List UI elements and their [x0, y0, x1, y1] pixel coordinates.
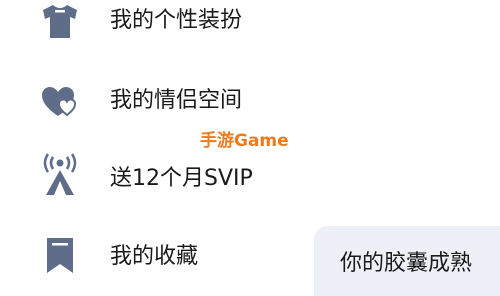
- menu-item-send-svip[interactable]: 送12个月SVIP: [0, 150, 310, 210]
- bookmark-icon: [40, 235, 80, 275]
- menu-item-personal-outfit[interactable]: 我的个性装扮: [0, 0, 310, 60]
- menu-item-label: 我的情侣空间: [110, 88, 243, 113]
- watermark-logo: 手游Game: [200, 131, 289, 151]
- menu-item-label: 送12个月SVIP: [110, 166, 253, 191]
- menu-item-couple-space[interactable]: 我的情侣空间: [0, 72, 310, 132]
- time-capsule-card[interactable]: 你的胶囊成熟: [314, 226, 500, 296]
- menu-item-label: 我的收藏: [110, 244, 199, 269]
- broadcast-tower-icon: [40, 153, 80, 195]
- shirt-icon: [40, 2, 80, 42]
- menu-item-favorites[interactable]: 我的收藏: [0, 226, 310, 286]
- couple-heart-icon: [40, 82, 80, 122]
- capsule-message: 你的胶囊成熟: [340, 251, 473, 276]
- menu-item-label: 我的个性装扮: [110, 8, 243, 33]
